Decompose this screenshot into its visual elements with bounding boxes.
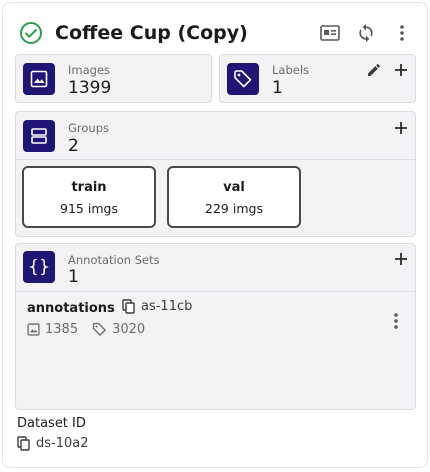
group-image-count: 915 imgs (60, 201, 118, 216)
add-group-button[interactable] (392, 119, 410, 137)
annotation-sets-card: Annotation Sets 1 annotations as-11cb 13… (15, 243, 416, 410)
groups-icon (31, 128, 47, 144)
annotation-set-id-text: as-11cb (141, 299, 193, 314)
annotation-set-image-count: 1385 (45, 322, 79, 337)
image-icon (27, 323, 40, 336)
group-chip-val[interactable]: val 229 imgs (167, 166, 301, 228)
groups-icon-box (23, 120, 55, 152)
braces-icon (29, 258, 49, 276)
copy-icon (122, 299, 135, 314)
groups-divider (16, 159, 415, 160)
labels-card[interactable]: Labels 1 (219, 54, 416, 103)
dataset-id-text: ds-10a2 (36, 436, 89, 451)
image-icon (30, 70, 48, 88)
check-circle-icon (20, 22, 42, 44)
images-card[interactable]: Images 1399 (15, 54, 212, 103)
edit-icon (368, 63, 380, 76)
tag-icon (92, 322, 106, 336)
annotation-set-id[interactable]: as-11cb (122, 299, 192, 314)
add-label-button[interactable] (392, 61, 410, 79)
add-icon (395, 253, 407, 265)
annotation-set-stats: 1385 3020 (27, 322, 159, 337)
annotation-sets-icon-box (23, 251, 55, 283)
annotation-set-name: annotations (27, 301, 115, 316)
labels-icon-box (227, 63, 259, 95)
annotation-set-more-button[interactable] (387, 312, 405, 330)
add-icon (395, 122, 407, 134)
annotation-sets-divider (16, 291, 415, 292)
card-header: Coffee Cup (Copy) (19, 18, 413, 48)
groups-count: 2 (68, 136, 79, 156)
annotation-set-label-count: 3020 (112, 322, 146, 337)
refresh-button[interactable] (355, 22, 377, 44)
more-options-button[interactable] (391, 22, 413, 44)
more-vertical-icon (394, 313, 398, 329)
group-name: val (223, 180, 245, 195)
dataset-card: Coffee Cup (Copy) Images 1399 Labels 1 G… (2, 2, 428, 468)
group-chip-train[interactable]: train 915 imgs (22, 166, 156, 228)
annotation-sets-label: Annotation Sets (68, 253, 160, 267)
images-label: Images (68, 63, 111, 77)
dataset-title: Coffee Cup (Copy) (55, 22, 248, 44)
copy-icon (17, 436, 30, 451)
groups-label: Groups (68, 121, 110, 135)
header-actions (319, 22, 413, 44)
preview-icon (320, 25, 340, 41)
add-annotation-set-button[interactable] (392, 250, 410, 268)
preview-button[interactable] (319, 22, 341, 44)
annotation-set-images: 1385 (27, 322, 78, 337)
images-count: 1399 (68, 78, 112, 98)
annotation-set-labels: 3020 (92, 322, 145, 337)
group-image-count: 229 imgs (205, 201, 263, 216)
annotation-sets-count: 1 (68, 267, 79, 287)
labels-label: Labels (272, 63, 310, 77)
add-icon (395, 64, 407, 76)
edit-labels-button[interactable] (365, 61, 383, 79)
dataset-id-label: Dataset ID (17, 416, 86, 431)
dataset-id[interactable]: ds-10a2 (17, 436, 89, 451)
more-vertical-icon (400, 25, 404, 41)
refresh-icon (359, 23, 373, 43)
groups-card: Groups 2 train 915 imgs val 229 imgs (15, 111, 416, 237)
labels-count: 1 (272, 78, 283, 98)
group-name: train (71, 180, 107, 195)
tag-icon (234, 70, 252, 88)
images-icon-box (23, 63, 55, 95)
